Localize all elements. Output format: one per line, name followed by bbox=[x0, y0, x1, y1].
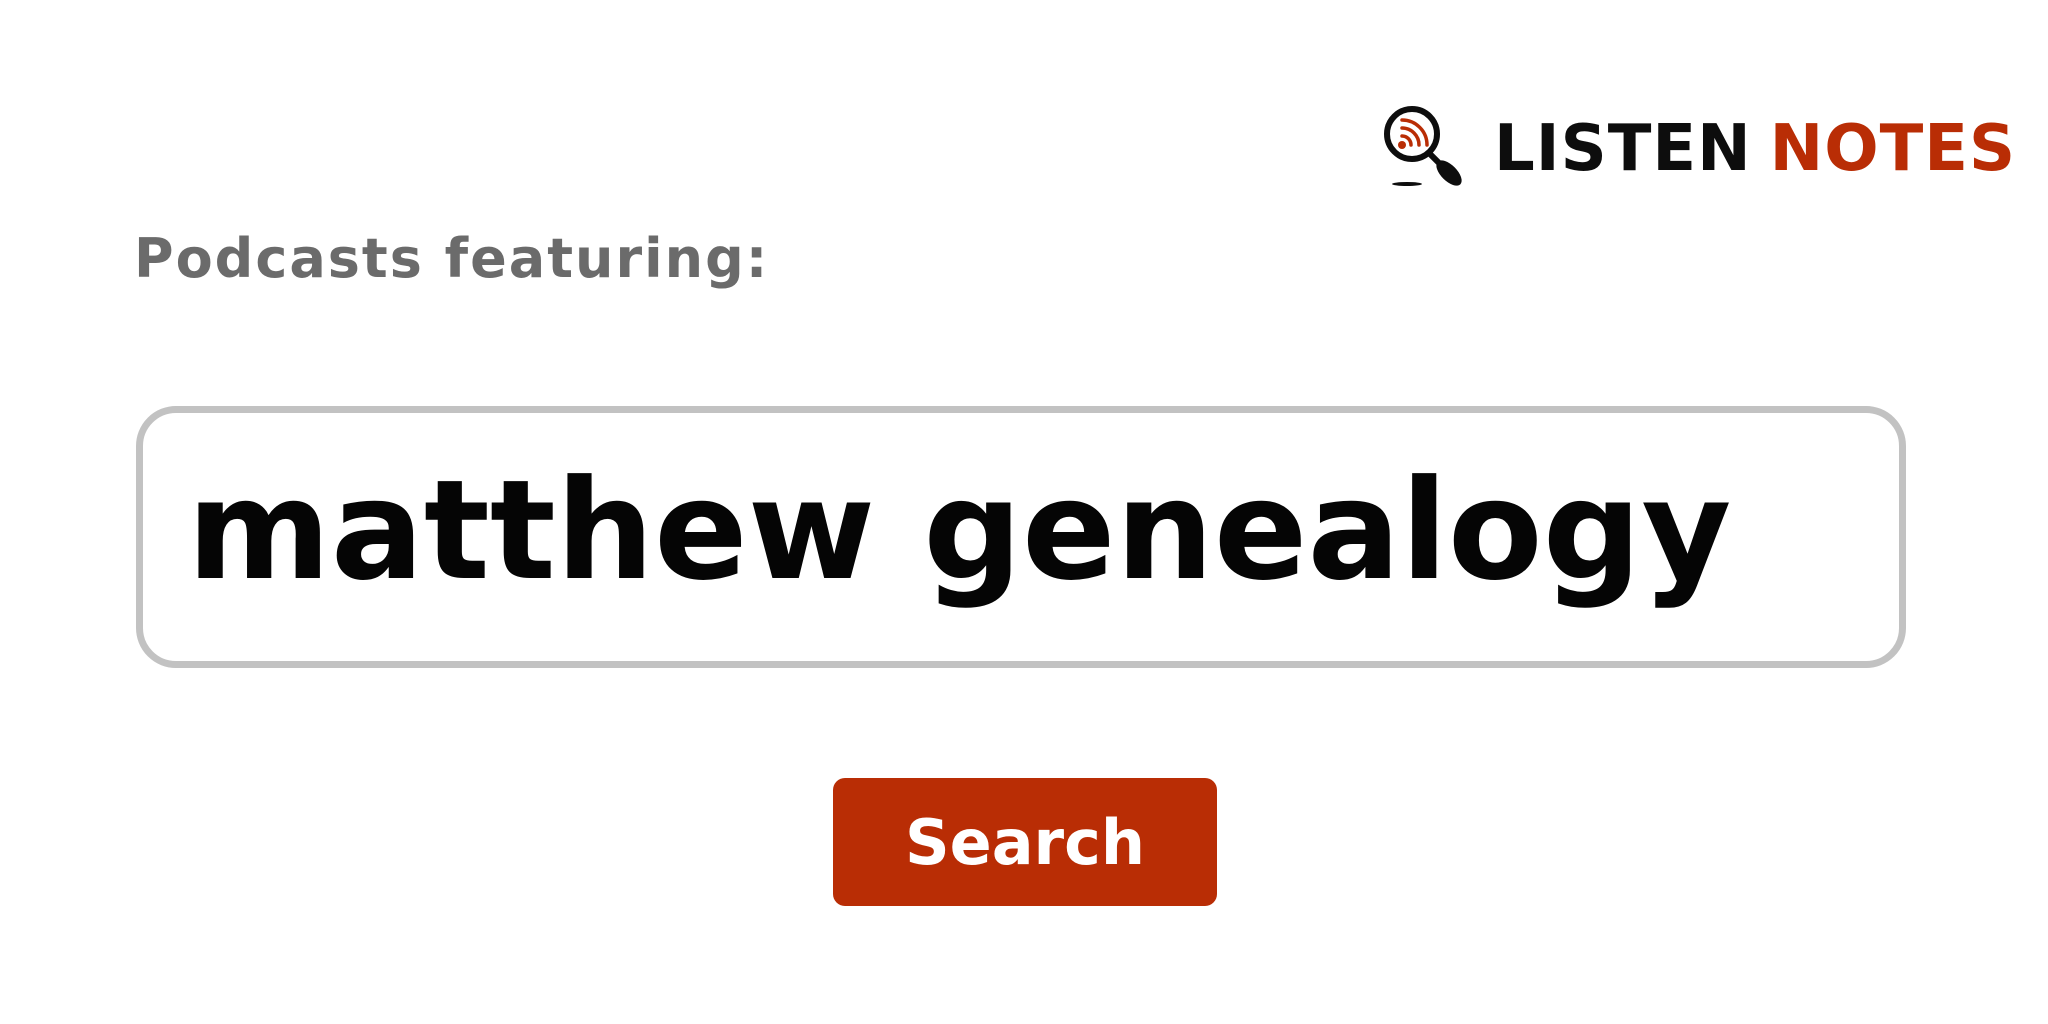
search-query-field[interactable]: matthew genealogy bbox=[136, 406, 1906, 668]
brand-word-listen: LISTEN bbox=[1494, 112, 1752, 186]
page: LISTEN NOTES Podcasts featuring: matthew … bbox=[0, 0, 2048, 1024]
brand-wordmark: LISTEN NOTES bbox=[1494, 117, 2016, 181]
search-button[interactable]: Search bbox=[833, 778, 1217, 906]
brand-word-notes: NOTES bbox=[1769, 112, 2017, 186]
podcasts-featuring-label: Podcasts featuring: bbox=[134, 227, 770, 290]
magnifier-podcast-icon bbox=[1380, 102, 1494, 197]
brand-logo[interactable]: LISTEN NOTES bbox=[1380, 104, 2016, 194]
search-query-value: matthew genealogy bbox=[187, 450, 1732, 611]
